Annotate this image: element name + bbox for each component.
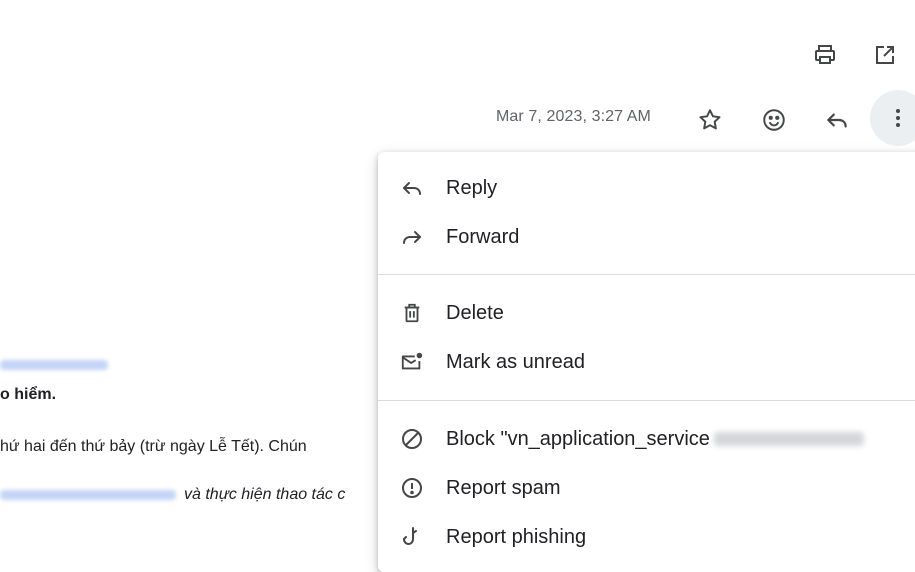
trash-icon: [400, 301, 424, 325]
menu-item-reply[interactable]: Reply: [378, 164, 915, 212]
menu-item-report-phishing[interactable]: Report phishing: [378, 513, 915, 561]
menu-divider: [378, 400, 915, 401]
block-sender-text: Block "vn_application_service: [446, 427, 710, 450]
report-spam-icon: [400, 476, 424, 500]
top-toolbar: [795, 38, 915, 72]
message-actions-menu: Reply Forward Delete Mark as unread Bloc…: [378, 152, 915, 572]
menu-divider: [378, 274, 915, 275]
message-header: Mar 7, 2023, 3:27 AM: [0, 90, 915, 146]
reply-icon: [400, 176, 424, 200]
menu-item-label: Forward: [446, 225, 520, 248]
menu-item-label: Delete: [446, 301, 504, 324]
open-in-new-window-icon[interactable]: [855, 38, 915, 72]
star-outline-icon[interactable]: [688, 98, 732, 142]
redacted-email: [713, 432, 864, 447]
more-vert-icon[interactable]: [870, 90, 915, 146]
mark-unread-icon: [400, 350, 424, 374]
menu-item-label: Block "vn_application_service: [446, 428, 864, 451]
menu-item-forward[interactable]: Forward: [378, 213, 915, 261]
body-bold-line: o hiểm.: [0, 386, 57, 403]
message-date: Mar 7, 2023, 3:27 AM: [496, 108, 651, 125]
forward-icon: [400, 225, 424, 249]
menu-item-label: Report spam: [446, 476, 561, 499]
menu-item-block-sender[interactable]: Block "vn_application_service: [378, 415, 915, 463]
menu-item-label: Report phishing: [446, 525, 587, 548]
menu-item-report-spam[interactable]: Report spam: [378, 464, 915, 512]
reply-icon[interactable]: [815, 98, 859, 142]
body-text-line: hứ hai đến thứ bảy (trừ ngày Lễ Tết). Ch…: [0, 438, 307, 455]
menu-item-delete[interactable]: Delete: [378, 289, 915, 337]
menu-item-mark-unread[interactable]: Mark as unread: [378, 338, 915, 386]
body-text-line: và thực hiện thao tác c: [184, 486, 346, 503]
redacted-email-link[interactable]: [0, 490, 176, 500]
printer-icon[interactable]: [795, 38, 855, 72]
menu-item-label: Mark as unread: [446, 350, 585, 373]
block-icon: [400, 427, 424, 451]
redacted-email-link: [0, 360, 108, 370]
report-phishing-icon: [400, 525, 424, 549]
menu-item-label: Reply: [446, 176, 498, 199]
add-reaction-icon[interactable]: [752, 98, 796, 142]
